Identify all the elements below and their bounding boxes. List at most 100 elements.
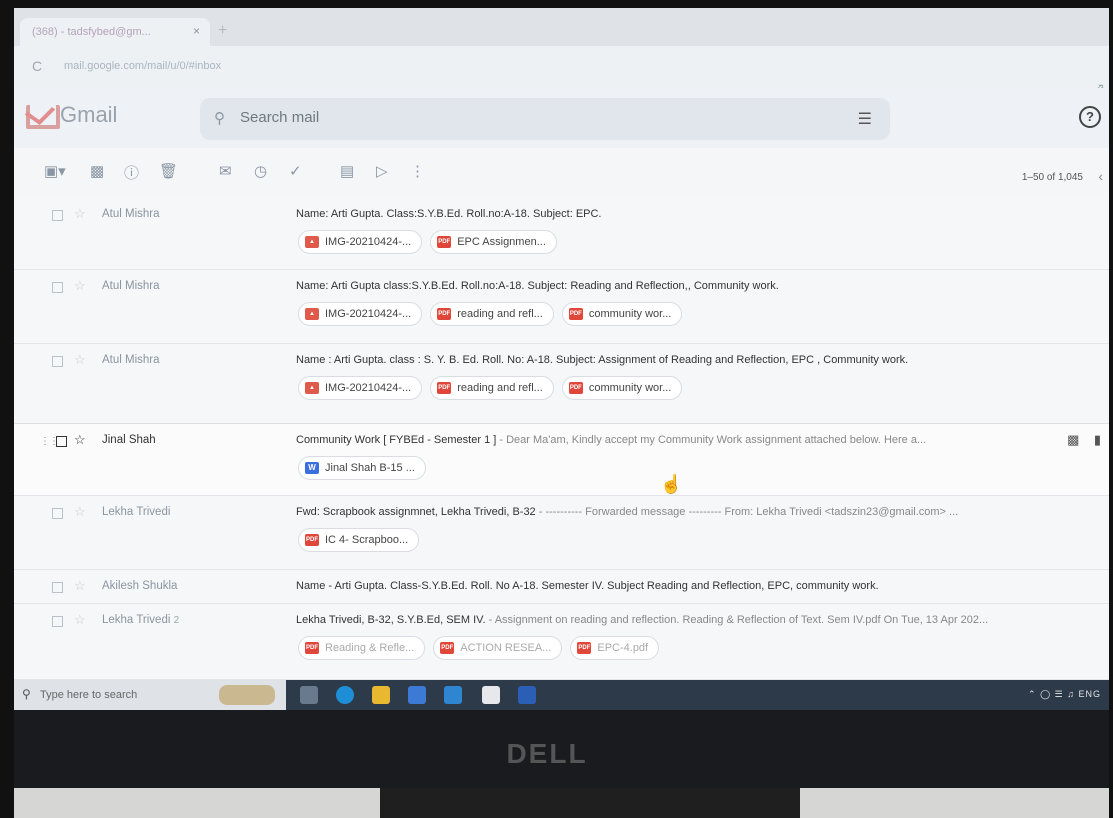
email-subject: Name - Arti Gupta. Class-S.Y.B.Ed. Roll.… (296, 580, 1106, 592)
search-icon: ⚲ (22, 687, 31, 701)
search-icon[interactable]: ⚲ (214, 109, 225, 127)
attachment-name: EPC-4.pdf (597, 642, 649, 654)
store-icon[interactable] (408, 686, 426, 704)
email-row[interactable]: ☆ Lekha Trivedi 2 Lekha Trivedi, B-32, S… (14, 604, 1109, 680)
subject-text: Name: Arti Gupta. Class:S.Y.B.Ed. Roll.n… (296, 208, 602, 220)
email-row[interactable]: ☆ Atul Mishra Name: Arti Gupta. Class:S.… (14, 198, 1109, 270)
logo-text: Gmail (60, 102, 118, 127)
subject-text: Name: Arti Gupta class:S.Y.B.Ed. Roll.no… (296, 280, 779, 292)
email-subject: Name : Arti Gupta. class : S. Y. B. Ed. … (296, 354, 1106, 366)
windows-taskbar: ⚲ Type here to search ⌃ ◯ ☰ ♫ ENG (14, 680, 1109, 710)
row-checkbox[interactable] (56, 436, 67, 447)
image-file-icon: ▲ (305, 236, 319, 248)
attachment-chip[interactable]: ▲ IMG-20210424-... (298, 376, 423, 400)
attachment-name: reading and refl... (457, 308, 543, 320)
tab-title: (368) - tadsfybed@gm... (32, 26, 151, 38)
attachment-list: ▲ IMG-20210424-... PDF reading and refl...… (298, 302, 683, 326)
sender-name: Atul Mishra (102, 208, 160, 220)
attachment-chip[interactable]: PDF EPC-4.pdf (570, 636, 660, 660)
new-tab-icon[interactable]: + (218, 22, 227, 40)
delete-icon[interactable]: 🗑 (159, 162, 178, 180)
sender-text: Lekha Trivedi (102, 614, 171, 626)
attachment-chip[interactable]: ▲ IMG-20210424-... (298, 230, 423, 254)
help-icon[interactable]: ? (1079, 106, 1101, 128)
url-field[interactable]: mail.google.com/mail/u/0/#inbox (64, 60, 221, 72)
pdf-file-icon: PDF (568, 382, 583, 394)
reload-icon[interactable]: C (32, 58, 42, 74)
image-file-icon: ▲ (305, 382, 319, 394)
star-icon[interactable]: ☆ (74, 352, 86, 368)
row-checkbox[interactable] (52, 616, 63, 627)
add-to-tasks-icon[interactable]: ✓ (289, 162, 302, 180)
attachment-name: ACTION RESEA... (460, 642, 552, 654)
email-row[interactable]: ☆ Akilesh Shukla Name - Arti Gupta. Clas… (14, 570, 1109, 604)
star-icon[interactable]: ☆ (74, 578, 86, 594)
tab-close-icon[interactable]: × (193, 24, 200, 38)
attachment-chip[interactable]: PDF community wor... (561, 376, 683, 400)
row-checkbox[interactable] (52, 582, 63, 593)
report-spam-icon[interactable]: ⓘ (124, 162, 139, 183)
row-checkbox[interactable] (52, 356, 63, 367)
search-options-icon[interactable]: ☰ (858, 109, 872, 129)
mail-app-icon[interactable] (444, 686, 462, 704)
mail-toolbar: ▣▾ ▩ ⓘ 🗑 ✉ ◷ ✓ ▤ ▷ ⋮ 1–50 of 1,045 ‹ (14, 148, 1109, 198)
archive-icon[interactable]: ▩ (1067, 432, 1079, 447)
pdf-file-icon: PDF (437, 308, 452, 320)
subject-text: Name : Arti Gupta. class : S. Y. B. Ed. … (296, 354, 909, 366)
move-to-icon[interactable]: ▤ (340, 162, 354, 180)
attachment-chip[interactable]: W Jinal Shah B-15 ... (298, 456, 426, 480)
gmail-header: Gmail ⚲ ☰ ? (14, 88, 1109, 148)
star-icon[interactable]: ☆ (74, 278, 86, 294)
row-checkbox[interactable] (52, 210, 63, 221)
pdf-file-icon: PDF (440, 642, 455, 654)
search-bar: ⚲ ☰ (200, 98, 890, 140)
attachment-chip[interactable]: PDF reading and refl... (430, 302, 554, 326)
email-snippet: - Assignment on reading and reflection. … (485, 614, 989, 626)
email-row-hovered[interactable]: ⋮⋮ ☆ Jinal Shah Community Work [ FYBEd -… (14, 424, 1109, 496)
attachment-chip[interactable]: PDF ACTION RESEA... (433, 636, 563, 660)
label-icon[interactable]: ▷ (376, 162, 388, 180)
star-icon[interactable]: ☆ (74, 612, 86, 628)
delete-icon[interactable]: ▮ (1094, 432, 1101, 447)
pdf-file-icon: PDF (305, 534, 319, 546)
attachment-list: ▲ IMG-20210424-... PDF reading and refl...… (298, 376, 683, 400)
file-explorer-icon[interactable] (372, 686, 390, 704)
row-hover-actions: ▩ ▮ (1067, 432, 1101, 448)
row-checkbox[interactable] (52, 282, 63, 293)
search-input[interactable] (240, 109, 820, 126)
more-options-icon[interactable]: ⋮ (410, 162, 425, 180)
chrome-app-icon[interactable] (482, 686, 500, 704)
newer-arrow-icon[interactable]: ‹ (1098, 168, 1103, 184)
select-all-checkbox-icon[interactable]: ▣▾ (44, 162, 66, 180)
star-icon[interactable]: ☆ (74, 206, 86, 222)
language-indicator: ENG (1078, 689, 1101, 699)
email-row[interactable]: ☆ Atul Mishra Name: Arti Gupta class:S.Y… (14, 270, 1109, 344)
attachment-chip[interactable]: ▲ IMG-20210424-... (298, 302, 423, 326)
star-icon[interactable]: ☆ (74, 432, 86, 448)
attachment-chip[interactable]: PDF reading and refl... (430, 376, 554, 400)
email-row[interactable]: ☆ Atul Mishra Name : Arti Gupta. class :… (14, 344, 1109, 424)
word-app-icon[interactable] (518, 686, 536, 704)
snooze-icon[interactable]: ◷ (254, 162, 267, 180)
archive-icon[interactable]: ▩ (90, 162, 104, 180)
gmail-m-icon (26, 105, 60, 129)
task-view-icon[interactable] (300, 686, 318, 704)
taskbar-search[interactable]: ⚲ Type here to search (14, 680, 286, 710)
system-tray[interactable]: ⌃ ◯ ☰ ♫ ENG (1028, 689, 1101, 700)
star-icon[interactable]: ☆ (74, 504, 86, 520)
edge-browser-icon[interactable] (336, 686, 354, 704)
attachment-name: IMG-20210424-... (325, 382, 412, 394)
sender-name: Lekha Trivedi (102, 506, 171, 518)
attachment-chip[interactable]: PDF community wor... (561, 302, 683, 326)
browser-tab[interactable]: (368) - tadsfybed@gm... × (20, 18, 210, 46)
email-row[interactable]: ☆ Lekha Trivedi Fwd: Scrapbook assignmne… (14, 496, 1109, 570)
attachment-chip[interactable]: PDF Reading & Refle... (298, 636, 426, 660)
row-checkbox[interactable] (52, 508, 63, 519)
attachment-chip[interactable]: PDF IC 4- Scrapboo... (298, 528, 420, 552)
dell-logo: DELL (506, 738, 588, 769)
gmail-logo[interactable]: Gmail (26, 102, 118, 129)
attachment-chip[interactable]: PDF EPC Assignmen... (430, 230, 557, 254)
attachment-name: IMG-20210424-... (325, 236, 412, 248)
attachment-name: EPC Assignmen... (457, 236, 546, 248)
mark-unread-icon[interactable]: ✉ (219, 162, 232, 180)
